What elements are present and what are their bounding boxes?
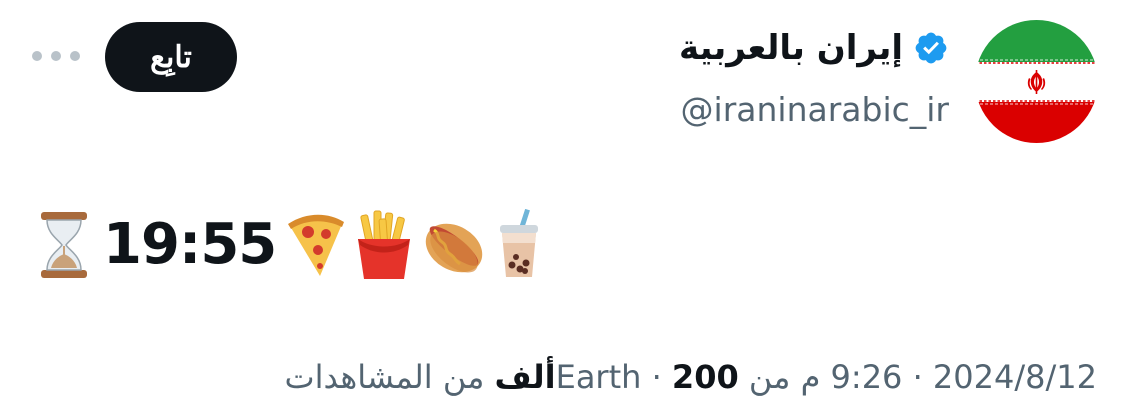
follow-button[interactable]: تابِع — [105, 22, 237, 92]
bubble-tea-icon — [492, 209, 546, 281]
fries-icon — [352, 209, 416, 281]
tweet-card: تابِع إيران بالعربية @iraninarabic_ir 19… — [0, 0, 1125, 419]
tweet-text: 19:55 — [35, 205, 546, 285]
meta-separator: · — [912, 358, 923, 396]
more-dot — [51, 51, 61, 61]
tweet-time-text: 19:55 — [103, 212, 277, 277]
tweet-date[interactable]: 2024/8/12 — [933, 358, 1097, 396]
iran-flag-icon — [975, 20, 1098, 143]
meta-separator: · — [651, 358, 662, 396]
author-name-row[interactable]: إيران بالعربية — [679, 28, 949, 69]
author-avatar[interactable] — [975, 20, 1098, 143]
more-dot — [32, 51, 42, 61]
views-label: من المشاهدات — [284, 358, 485, 396]
hotdog-icon — [420, 212, 488, 278]
verified-badge-icon[interactable] — [913, 30, 949, 66]
hourglass-icon — [35, 210, 93, 280]
more-options-icon[interactable] — [32, 46, 80, 66]
pizza-icon — [284, 210, 348, 280]
tweet-meta: 2024/8/12 · 9:26 م من Earth · 200ألف من … — [285, 358, 1097, 396]
more-dot — [70, 51, 80, 61]
author-display-name[interactable]: إيران بالعربية — [679, 28, 903, 69]
author-handle[interactable]: @iraninarabic_ir — [681, 90, 949, 129]
